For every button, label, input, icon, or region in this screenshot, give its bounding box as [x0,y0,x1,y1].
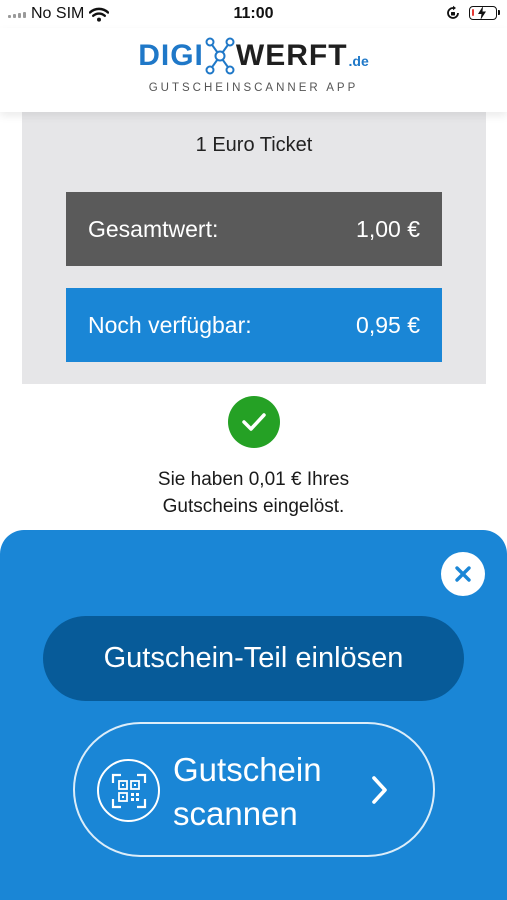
available-value: 0,95 € [356,311,420,338]
total-value: 1,00 € [356,215,420,242]
logo-suffix: .de [348,53,369,69]
status-bar: No SIM 11:00 [0,0,507,30]
voucher-card: 1 Euro Ticket Gesamtwert: 1,00 € Noch ve… [22,112,486,384]
battery-level [472,9,474,16]
checkmark-icon [228,396,280,448]
available-value-row: Noch verfügbar: 0,95 € [66,288,442,362]
success-message-line2: Gutscheins eingelöst. [162,496,345,517]
redeem-partial-button[interactable]: Gutschein-Teil einlösen [43,616,464,701]
chevron-right-icon [372,776,387,804]
close-icon [455,566,471,582]
qr-code-icon [97,759,160,822]
total-value-row: Gesamtwert: 1,00 € [66,192,442,266]
scan-voucher-label: Gutschein scannen [173,748,322,836]
logo: DIGI WERFT .de [0,36,507,76]
logo-text-werft: WERFT [235,39,348,72]
app-header: DIGI WERFT .de GUTSCHEINSCANNER APP [0,28,507,112]
redeem-partial-label: Gutschein-Teil einlösen [103,642,404,674]
available-label: Noch verfügbar: [88,311,252,338]
success-message-line1: Sie haben 0,01 € Ihres [157,469,350,490]
total-label: Gesamtwert: [88,215,219,242]
scan-voucher-label-line1: Gutschein [173,751,322,788]
rotation-lock-icon [447,5,459,19]
scan-voucher-button[interactable]: Gutschein scannen [73,722,435,857]
battery-charging-icon [469,6,500,20]
app-tagline: GUTSCHEINSCANNER APP [148,82,359,94]
molecule-icon [205,37,235,75]
success-message: Sie haben 0,01 € Ihres Gutscheins eingel… [100,466,407,520]
scan-voucher-label-line2: scannen [173,795,298,832]
status-time: 11:00 [233,5,274,22]
close-button[interactable] [441,552,485,596]
voucher-title: 1 Euro Ticket [195,134,313,156]
logo-text-digi: DIGI [138,39,204,72]
status-right [445,5,500,21]
